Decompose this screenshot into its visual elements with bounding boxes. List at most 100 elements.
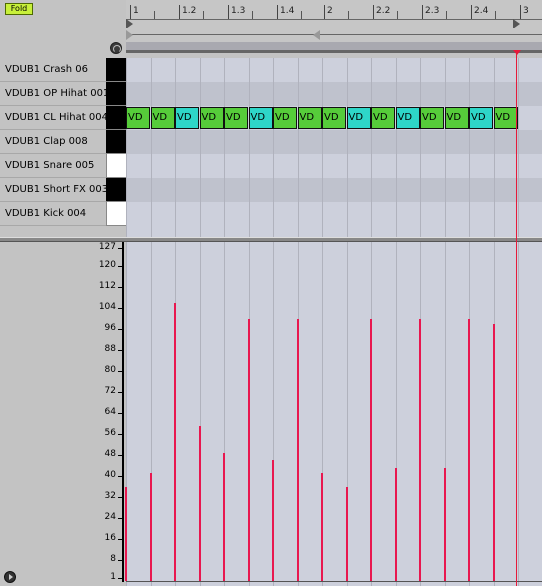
velocity-axis-tick — [118, 476, 122, 478]
midi-note[interactable]: VD — [444, 107, 469, 129]
velocity-axis-label: 1 — [110, 572, 116, 583]
midi-note[interactable]: VD — [493, 107, 518, 129]
midi-note[interactable]: VD — [224, 107, 248, 129]
midi-note[interactable]: VD — [297, 107, 322, 129]
grid-line — [297, 58, 299, 237]
ruler-tick — [471, 5, 472, 19]
ruler-bar-label: 1.2 — [182, 6, 197, 16]
timeline-ruler[interactable]: 1 1.2 1.3 1.4 2 2.2 2.3 2.4 3 — [126, 0, 542, 29]
velocity-axis-tick — [118, 371, 122, 373]
note-lane[interactable] — [126, 58, 542, 82]
track-name[interactable]: VDUB1 Crash 06 — [0, 58, 106, 82]
velocity-bar[interactable] — [198, 426, 201, 581]
grid-line — [469, 58, 470, 237]
velocity-axis-tick — [118, 578, 122, 580]
velocity-bar[interactable] — [443, 468, 446, 581]
velocity-axis-tick — [118, 413, 122, 415]
note-lane[interactable] — [126, 82, 542, 106]
velocity-axis-tick — [118, 455, 122, 457]
ruler-tick — [373, 5, 374, 19]
note-lane[interactable] — [126, 130, 542, 154]
velocity-bar[interactable] — [272, 460, 274, 581]
velocity-axis-label: 112 — [98, 281, 116, 292]
velocity-axis-tick — [118, 266, 122, 268]
ruler-bar-label: 1.3 — [231, 6, 246, 16]
grid-line — [199, 58, 201, 237]
track-name[interactable]: VDUB1 CL Hihat 004 — [0, 106, 108, 130]
grid-line — [518, 58, 519, 237]
velocity-bar[interactable] — [370, 318, 372, 581]
velocity-bar[interactable] — [492, 324, 495, 581]
midi-note[interactable]: VD — [346, 107, 371, 129]
velocity-bar[interactable] — [296, 318, 299, 581]
velocity-axis-label: 48 — [104, 449, 116, 460]
note-editor[interactable]: VDUB1 Crash 06 VDUB1 OP Hihat 001 VDUB1 CL… — [0, 58, 542, 237]
midi-note[interactable]: VD — [126, 107, 150, 129]
loop-start-marker[interactable] — [126, 30, 133, 40]
velocity-bar[interactable] — [223, 452, 225, 581]
loop-end-marker[interactable] — [313, 30, 320, 40]
velocity-baseline — [126, 581, 542, 582]
note-lane[interactable] — [126, 226, 542, 237]
velocity-bar[interactable] — [345, 486, 348, 581]
grid-line — [150, 58, 152, 237]
midi-note[interactable]: VD — [322, 107, 346, 129]
grid-line — [322, 58, 323, 237]
velocity-bar[interactable] — [468, 318, 470, 581]
midi-note[interactable]: VD — [420, 107, 444, 129]
midi-note[interactable]: VD — [371, 107, 395, 129]
ruler-minor-tick — [397, 11, 398, 19]
ruler-minor-tick — [154, 11, 155, 19]
fold-button[interactable]: Fold — [5, 3, 33, 15]
piano-key[interactable] — [106, 82, 126, 106]
ruler-bar-label: 1.4 — [280, 6, 295, 16]
velocity-axis-label: 104 — [98, 302, 116, 313]
piano-key[interactable] — [106, 202, 126, 226]
track-name[interactable]: VDUB1 Snare 005 — [0, 154, 106, 178]
velocity-axis-tick — [118, 329, 122, 331]
ruler-line — [126, 19, 542, 20]
track-name[interactable]: VDUB1 Clap 008 — [0, 130, 106, 154]
velocity-editor[interactable] — [126, 242, 542, 586]
midi-note[interactable]: VD — [395, 107, 420, 129]
midi-note[interactable]: VD — [175, 107, 199, 129]
loop-brace[interactable] — [126, 28, 542, 42]
note-lane[interactable] — [126, 202, 542, 226]
playhead — [516, 53, 517, 586]
ruler-bar-label: 2.4 — [474, 6, 489, 16]
midi-note[interactable]: VD — [469, 107, 493, 129]
track-name[interactable]: VDUB1 Kick 004 — [0, 202, 106, 226]
velocity-axis-label: 24 — [104, 512, 116, 523]
track-name[interactable]: VDUB1 OP Hihat 001 — [0, 82, 109, 106]
note-lane[interactable] — [126, 178, 542, 202]
track-row: VDUB1 Clap 008 — [0, 130, 542, 154]
piano-key[interactable] — [106, 106, 126, 130]
velocity-bar[interactable] — [125, 486, 127, 581]
midi-note[interactable]: VD — [248, 107, 273, 129]
grid-line — [420, 58, 421, 237]
note-lane[interactable] — [126, 154, 542, 178]
grid-line — [126, 58, 127, 237]
velocity-bar[interactable] — [394, 468, 397, 581]
piano-key[interactable] — [106, 154, 126, 178]
headphones-icon[interactable] — [110, 42, 122, 54]
ruler-minor-tick — [203, 11, 204, 19]
piano-key[interactable] — [106, 130, 126, 154]
grid-line — [224, 58, 225, 237]
piano-key[interactable] — [106, 178, 126, 202]
midi-note[interactable]: VD — [150, 107, 175, 129]
track-row: VDUB1 Kick 004 — [0, 202, 542, 226]
velocity-axis-tick — [118, 350, 122, 352]
velocity-bar[interactable] — [149, 473, 152, 581]
playhead-marker[interactable] — [513, 50, 521, 55]
track-name[interactable]: VDUB1 Short FX 003 — [0, 178, 108, 202]
midi-note[interactable]: VD — [273, 107, 297, 129]
scrub-area[interactable] — [126, 42, 542, 53]
midi-note[interactable]: VD — [199, 107, 224, 129]
velocity-bar[interactable] — [419, 318, 421, 581]
piano-key[interactable] — [106, 58, 126, 82]
velocity-bar[interactable] — [321, 473, 323, 581]
velocity-bar[interactable] — [247, 318, 250, 581]
velocity-axis-label: 127 — [98, 242, 116, 252]
velocity-bar[interactable] — [174, 303, 176, 581]
